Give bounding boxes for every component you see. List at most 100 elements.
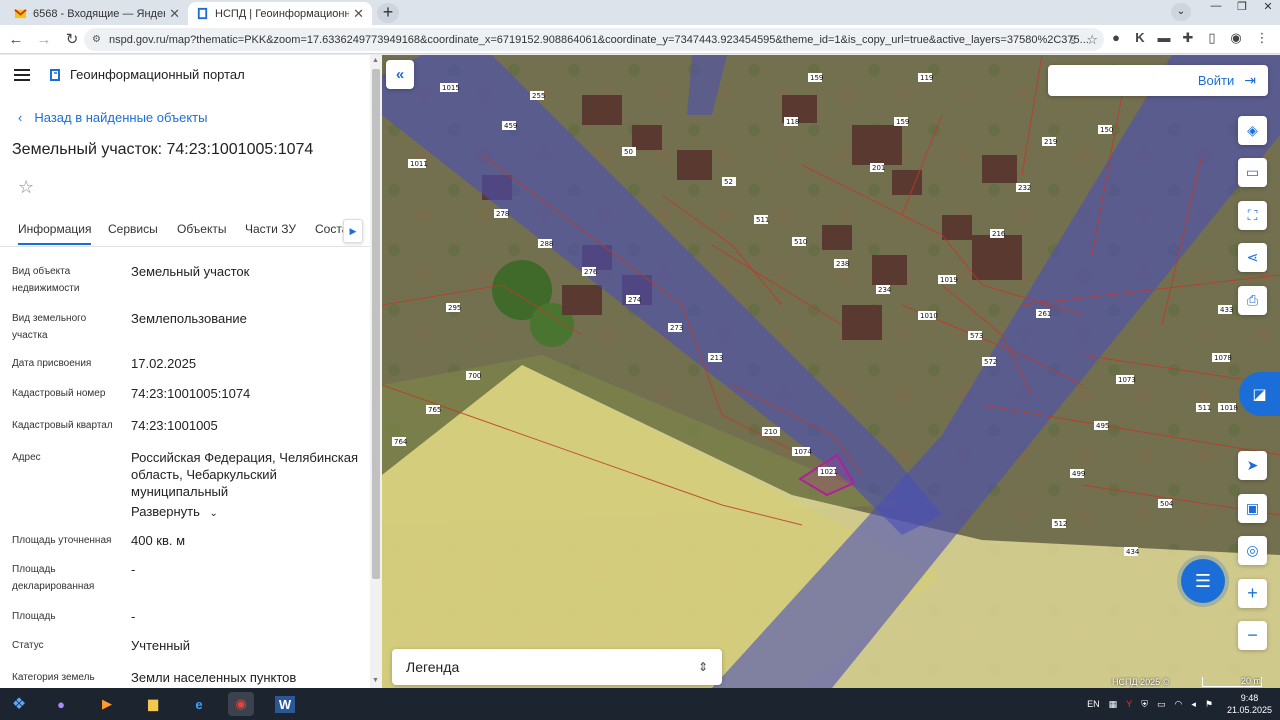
new-tab-button[interactable]: + (377, 3, 399, 23)
folder-icon: ▆ (148, 696, 158, 711)
site-info-icon[interactable]: ⚙ (92, 34, 101, 45)
scroll-down-icon[interactable]: ▼ (372, 677, 379, 684)
tab-information[interactable]: Информация (18, 222, 92, 245)
parcel-label: 210 (764, 428, 777, 436)
assistant-icon: ◪ (1252, 386, 1267, 403)
tab-objects[interactable]: Объекты (177, 222, 227, 236)
expand-address-link[interactable]: Развернуть ⌄ (131, 503, 361, 522)
ruler-icon: ▭ (1245, 164, 1260, 180)
property-key: Площадь уточненная (12, 535, 112, 546)
address-bar[interactable]: ⚙ nspd.gov.ru/map?thematic=PKK&zoom=17.6… (84, 28, 1104, 51)
internet-explorer-icon: e (195, 696, 203, 712)
location-search-button[interactable]: ◎ (1238, 536, 1267, 565)
select-area-button[interactable]: ⛶ (1238, 201, 1267, 230)
taskbar-file-explorer[interactable]: ▆ (140, 692, 166, 716)
layers-button[interactable]: ◈ (1238, 116, 1267, 145)
favorite-star-icon[interactable]: ☆ (18, 177, 34, 198)
tray-security-icon[interactable]: ⛨ (1141, 699, 1148, 710)
tray-yandex-icon[interactable]: Y (1126, 699, 1132, 709)
parcel-label: 495 (1096, 422, 1109, 430)
parcel-label: 1018 (1220, 404, 1238, 412)
sidepanel-icon[interactable]: ▯ (1204, 30, 1220, 46)
chat-button[interactable]: ☰ (1181, 559, 1225, 603)
tab-title: 6568 - Входящие — Яндекс Почта (33, 7, 165, 20)
menu-dots-icon[interactable]: ⋮ (1254, 30, 1270, 46)
property-value: - (131, 609, 136, 624)
minimize-icon[interactable]: — (1208, 0, 1224, 12)
os-taskbar: ❖ ● ▶ ▆ e ◉ W EN ▦ Y ⛨ ▭ ◠ ◂ ⚑ 9:48 21.0… (0, 688, 1280, 720)
taskbar-internet-explorer[interactable]: e (186, 692, 212, 716)
parcel-label: 150 (1100, 126, 1113, 134)
reload-icon[interactable]: ↻ (60, 30, 84, 48)
tab-search-icon[interactable]: ⌄ (1171, 3, 1191, 21)
extension-gray-icon[interactable]: ▬ (1156, 30, 1172, 45)
print-button[interactable]: ⎙ (1238, 286, 1267, 315)
legend-dropdown[interactable]: Легенда ⇕ (392, 649, 722, 685)
close-icon[interactable]: ✕ (169, 6, 180, 22)
panel-scrollbar[interactable]: ▲ ▼ (370, 55, 382, 688)
parcel-label: 504 (1160, 500, 1174, 508)
property-key: Дата присвоения (12, 358, 92, 369)
tabs-scroll-right-icon[interactable]: ▶ (343, 219, 363, 243)
map-canvas: 1015 459 255 1011 159 119 150 210 1074 1… (382, 55, 1280, 688)
taskbar-alice[interactable]: ● (48, 692, 74, 716)
tray-flag-icon[interactable]: ⚑ (1205, 699, 1213, 710)
geolocate-button[interactable]: ➤ (1238, 451, 1267, 480)
scrollbar-thumb[interactable] (372, 69, 380, 579)
property-key: Категория земель (12, 672, 95, 683)
forward-arrow-icon[interactable]: → (32, 31, 56, 48)
back-to-results-link[interactable]: ‹ Назад в найденные объекты (18, 110, 207, 125)
share-icon[interactable]: ⇪ (1068, 33, 1078, 47)
login-button[interactable]: Войти ⇥ (1048, 65, 1268, 96)
tab-parcel-parts[interactable]: Части ЗУ (245, 222, 296, 236)
basemap-button[interactable]: ▣ (1238, 494, 1267, 523)
login-icon: ⇥ (1244, 72, 1256, 88)
tray-battery-icon[interactable]: ▭ (1157, 699, 1166, 710)
scroll-up-icon[interactable]: ▲ (372, 57, 379, 64)
property-key: Вид земельного участка (12, 313, 87, 341)
browser-tab-mail[interactable]: 6568 - Входящие — Яндекс Почта ✕ (6, 2, 188, 25)
window-controls: — ❐ ✕ (1208, 0, 1276, 13)
media-player-icon: ▶ (102, 696, 112, 711)
extension-k-icon[interactable]: K (1132, 30, 1148, 45)
close-icon[interactable]: ✕ (353, 6, 364, 22)
parcel-label: 573 (970, 332, 983, 340)
start-button[interactable]: ❖ (6, 692, 32, 716)
collapse-panel-button[interactable]: « (386, 60, 414, 89)
tab-services[interactable]: Сервисы (108, 222, 158, 236)
taskbar-clock[interactable]: 9:48 21.05.2025 (1227, 692, 1272, 716)
map-scale-bar: 20 m (1202, 677, 1262, 687)
clock-date: 21.05.2025 (1226, 705, 1272, 715)
taskbar-chrome[interactable]: ◉ (228, 692, 254, 716)
zoom-in-button[interactable]: + (1238, 579, 1267, 608)
extensions-puzzle-icon[interactable]: ✚ (1180, 30, 1196, 46)
browser-tab-nspd[interactable]: НСПД | Геоинформационный портал ✕ (188, 2, 372, 25)
bookmark-star-icon[interactable]: ☆ (1086, 32, 1098, 48)
close-window-icon[interactable]: ✕ (1260, 0, 1276, 13)
plus-icon: + (1247, 583, 1258, 603)
extension-avatar-icon[interactable]: ● (1108, 30, 1124, 45)
property-value: 74:23:1001005:1074 (131, 386, 251, 401)
taskbar-word[interactable]: W (272, 692, 298, 716)
assistant-side-button[interactable]: ◪ (1239, 372, 1280, 416)
parcel-label: 459 (504, 122, 517, 130)
tray-network-icon[interactable]: ▦ (1109, 699, 1118, 710)
hamburger-menu-icon[interactable] (14, 68, 30, 81)
profile-icon[interactable]: ◉ (1228, 30, 1244, 46)
parcel-label: 219 (1044, 138, 1057, 146)
expand-label: Развернуть (131, 504, 200, 519)
restore-icon[interactable]: ❐ (1234, 0, 1250, 13)
layers-icon: ◈ (1247, 122, 1258, 138)
share-button[interactable]: ⋖ (1238, 243, 1267, 272)
back-arrow-icon[interactable]: ← (4, 31, 28, 48)
language-indicator[interactable]: EN (1087, 699, 1100, 709)
tray-volume-icon[interactable]: ◂ (1191, 699, 1196, 710)
parcel-label: 434 (1126, 548, 1140, 556)
taskbar-media-player[interactable]: ▶ (94, 692, 120, 716)
zoom-out-button[interactable]: − (1238, 621, 1267, 650)
cadastral-map[interactable]: 1015 459 255 1011 159 119 150 210 1074 1… (382, 55, 1280, 688)
tray-wifi-icon[interactable]: ◠ (1174, 699, 1182, 710)
print-icon: ⎙ (1246, 292, 1259, 308)
measure-button[interactable]: ▭ (1238, 158, 1267, 187)
property-value: Земли населенных пунктов (131, 670, 297, 685)
